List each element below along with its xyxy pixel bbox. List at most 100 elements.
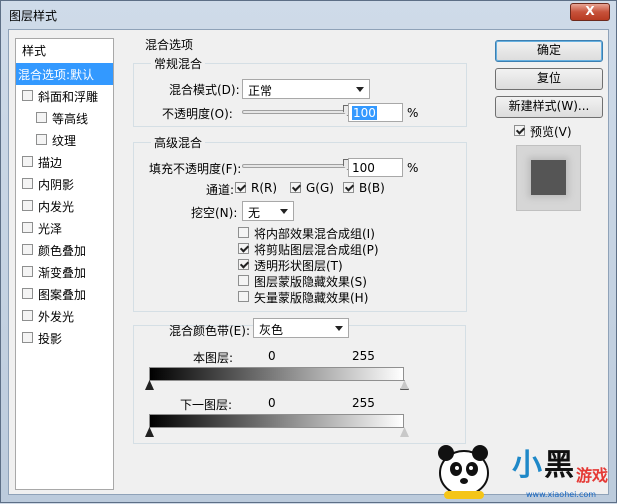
style-list-label: 描边 (38, 156, 63, 170)
underlying-layer-min: 0 (268, 396, 276, 410)
style-list-item[interactable]: 图案叠加 (16, 283, 113, 305)
this-layer-gradient (149, 367, 404, 381)
channel-checkbox[interactable] (343, 182, 354, 193)
preview-checkbox[interactable] (514, 125, 525, 136)
style-list-label: 纹理 (52, 134, 77, 148)
panda-logo-icon: 小 黑 游戏 www.xiaohei.com (438, 445, 608, 499)
channel-label: B(B) (359, 181, 385, 195)
channel-label: G(G) (306, 181, 334, 195)
advanced-option-label: 透明形状图层(T) (254, 259, 343, 273)
window-title: 图层样式 (9, 9, 58, 23)
style-checkbox[interactable] (22, 222, 33, 233)
fill-opacity-label: 填充不透明度(F): (149, 162, 242, 176)
style-list-item[interactable]: 混合选项:默认 (16, 63, 113, 85)
style-checkbox[interactable] (22, 244, 33, 255)
opacity-label: 不透明度(O): (162, 107, 233, 121)
fill-opacity-unit: % (407, 161, 419, 175)
advanced-blending-title: 高级混合 (151, 134, 206, 151)
fill-opacity-value: 100 (352, 161, 375, 175)
style-checkbox[interactable] (22, 90, 33, 101)
channels-label: 通道: (206, 183, 235, 197)
style-list-header[interactable]: 样式 (22, 42, 46, 59)
svg-text:www.xiaohei.com: www.xiaohei.com (526, 490, 596, 499)
ok-button[interactable]: 确定 (495, 40, 603, 62)
advanced-option-checkbox[interactable] (238, 291, 249, 302)
this-layer-label: 本图层: (193, 351, 234, 365)
blend-mode-value: 正常 (248, 84, 273, 98)
style-preview (516, 145, 581, 211)
layer-style-dialog: 图层样式 X 样式 混合选项:默认斜面和浮雕等高线纹理描边内阴影内发光光泽颜色叠… (0, 0, 617, 503)
underlying-layer-gradient (149, 414, 404, 428)
underlying-layer-max: 255 (352, 396, 375, 410)
style-list-item[interactable]: 投影 (16, 327, 113, 349)
style-checkbox[interactable] (36, 134, 47, 145)
fill-opacity-slider[interactable] (242, 164, 348, 168)
style-list-label: 颜色叠加 (38, 244, 87, 258)
style-list-item[interactable]: 等高线 (16, 107, 113, 129)
style-checkbox[interactable] (22, 200, 33, 211)
style-list-item[interactable]: 纹理 (16, 129, 113, 151)
title-bar[interactable]: 图层样式 X (1, 1, 616, 29)
svg-text:游戏: 游戏 (576, 466, 608, 485)
advanced-option-label: 图层蒙版隐藏效果(S) (254, 275, 367, 289)
svg-text:黑: 黑 (544, 448, 574, 483)
style-checkbox[interactable] (22, 178, 33, 189)
blend-mode-label: 混合模式(D): (169, 83, 240, 97)
style-list: 样式 混合选项:默认斜面和浮雕等高线纹理描边内阴影内发光光泽颜色叠加渐变叠加图案… (15, 38, 114, 490)
advanced-option-checkbox[interactable] (238, 227, 249, 238)
blend-if-select[interactable]: 灰色 (253, 318, 349, 338)
chevron-down-icon (280, 209, 288, 214)
advanced-option-checkbox[interactable] (238, 275, 249, 286)
preview-label: 预览(V) (530, 125, 572, 139)
knockout-select[interactable]: 无 (242, 201, 294, 221)
svg-text:小: 小 (512, 448, 542, 483)
opacity-unit: % (407, 106, 419, 120)
blend-options-title: 混合选项 (142, 36, 197, 53)
channel-checkbox[interactable] (235, 182, 246, 193)
blend-mode-select[interactable]: 正常 (242, 79, 370, 99)
advanced-option-checkbox[interactable] (238, 243, 249, 254)
watermark-logo: 小 黑 游戏 www.xiaohei.com (426, 431, 616, 501)
preview-swatch (531, 160, 566, 195)
style-list-item[interactable]: 外发光 (16, 305, 113, 327)
style-list-item[interactable]: 描边 (16, 151, 113, 173)
opacity-input[interactable]: 100 (348, 103, 403, 122)
style-checkbox[interactable] (22, 156, 33, 167)
style-checkbox[interactable] (36, 112, 47, 123)
style-checkbox[interactable] (22, 266, 33, 277)
style-list-item[interactable]: 颜色叠加 (16, 239, 113, 261)
advanced-option-label: 将剪贴图层混合成组(P) (254, 243, 379, 257)
chevron-down-icon (356, 87, 364, 92)
style-list-item[interactable]: 斜面和浮雕 (16, 85, 113, 107)
style-checkbox[interactable] (22, 332, 33, 343)
style-list-item[interactable]: 渐变叠加 (16, 261, 113, 283)
knockout-label: 挖空(N): (191, 206, 238, 220)
new-style-button[interactable]: 新建样式(W)... (495, 96, 603, 118)
style-list-label: 光泽 (38, 222, 63, 236)
close-button[interactable]: X (570, 3, 610, 21)
style-list-item[interactable]: 光泽 (16, 217, 113, 239)
general-blending-title: 常规混合 (151, 55, 206, 72)
opacity-slider[interactable] (242, 110, 348, 114)
style-list-label: 图案叠加 (38, 288, 87, 302)
style-list-item[interactable]: 内发光 (16, 195, 113, 217)
this-layer-min: 0 (268, 349, 276, 363)
style-checkbox[interactable] (22, 288, 33, 299)
underlying-layer-label: 下一图层: (180, 398, 233, 412)
style-list-label: 斜面和浮雕 (38, 90, 99, 104)
this-layer-max: 255 (352, 349, 375, 363)
reset-button[interactable]: 复位 (495, 68, 603, 90)
chevron-down-icon (335, 326, 343, 331)
style-list-label: 混合选项:默认 (18, 68, 95, 82)
advanced-option-checkbox[interactable] (238, 259, 249, 270)
style-list-label: 内阴影 (38, 178, 75, 192)
dialog-body: 样式 混合选项:默认斜面和浮雕等高线纹理描边内阴影内发光光泽颜色叠加渐变叠加图案… (8, 29, 609, 495)
style-checkbox[interactable] (22, 310, 33, 321)
blend-if-value: 灰色 (259, 323, 284, 337)
style-list-label: 投影 (38, 332, 63, 346)
channel-checkbox[interactable] (290, 182, 301, 193)
fill-opacity-input[interactable]: 100 (348, 158, 403, 177)
style-list-item[interactable]: 内阴影 (16, 173, 113, 195)
advanced-option-label: 矢量蒙版隐藏效果(H) (254, 291, 369, 305)
blend-if-label: 混合颜色带(E): (169, 324, 250, 338)
